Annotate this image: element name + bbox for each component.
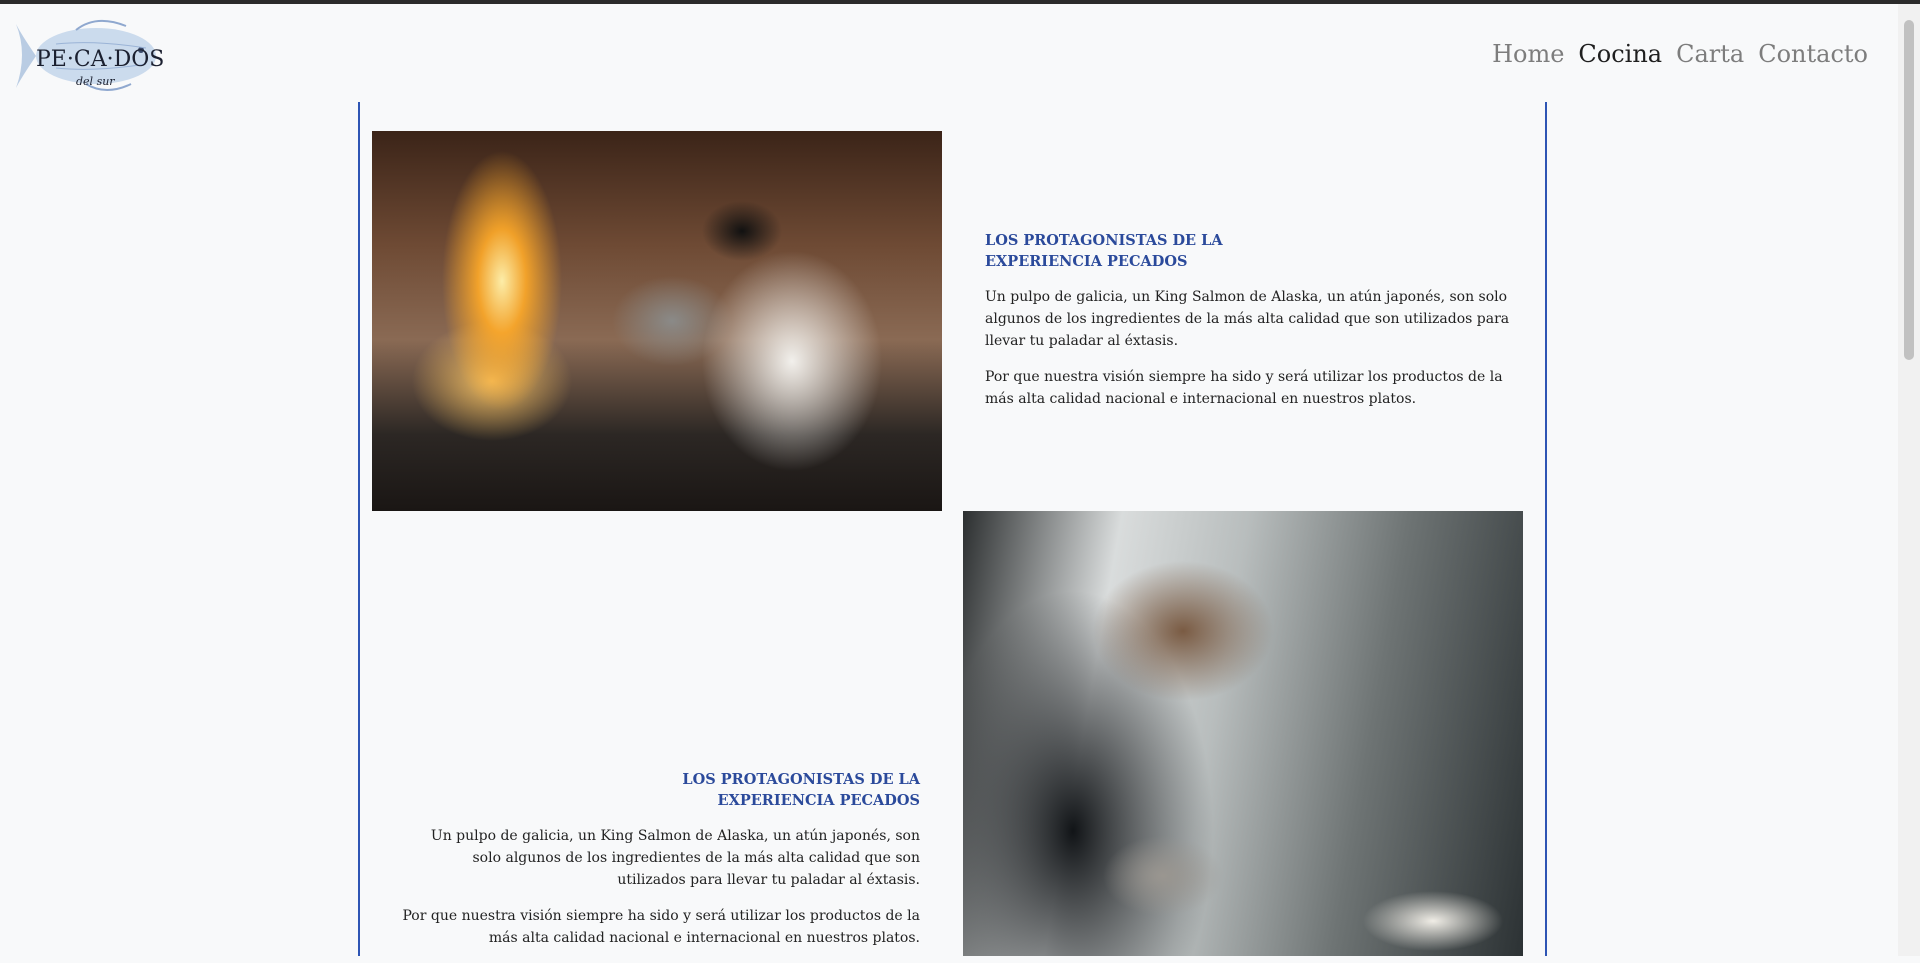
logo-subtitle: del sur <box>76 75 115 88</box>
nav-home[interactable]: Home <box>1492 40 1564 68</box>
scrollbar-thumb[interactable] <box>1904 20 1914 360</box>
site-header: PE·CA·DOS del sur Home Cocina Carta Cont… <box>0 4 1898 100</box>
section-2-text: LOS PROTAGONISTAS DE LA EXPERIENCIA PECA… <box>400 769 920 963</box>
nav-carta[interactable]: Carta <box>1676 40 1744 68</box>
nav-cocina[interactable]: Cocina <box>1578 40 1662 68</box>
section-2-paragraph-1: Un pulpo de galicia, un King Salmon de A… <box>430 828 920 888</box>
site-logo[interactable]: PE·CA·DOS del sur <box>16 14 172 96</box>
section-1-paragraph-1: Un pulpo de galicia, un King Salmon de A… <box>985 289 1510 349</box>
section-2-heading: LOS PROTAGONISTAS DE LA EXPERIENCIA PECA… <box>682 771 920 809</box>
chef-plating-photo <box>963 511 1523 956</box>
logo-wordmark: PE·CA·DOS <box>36 47 165 72</box>
main-nav: Home Cocina Carta Contacto <box>1492 40 1868 68</box>
page-scrollbar[interactable] <box>1898 4 1920 956</box>
section-1-text: LOS PROTAGONISTAS DE LA EXPERIENCIA PECA… <box>985 230 1525 424</box>
chef-flambe-photo <box>372 131 942 511</box>
section-1-heading: LOS PROTAGONISTAS DE LA EXPERIENCIA PECA… <box>985 232 1223 270</box>
nav-contacto[interactable]: Contacto <box>1758 40 1868 68</box>
section-1-paragraph-2: Por que nuestra visión siempre ha sido y… <box>985 369 1503 407</box>
section-2-paragraph-2: Por que nuestra visión siempre ha sido y… <box>402 908 920 946</box>
content-border-left <box>358 102 360 956</box>
content-border-right <box>1545 102 1547 956</box>
